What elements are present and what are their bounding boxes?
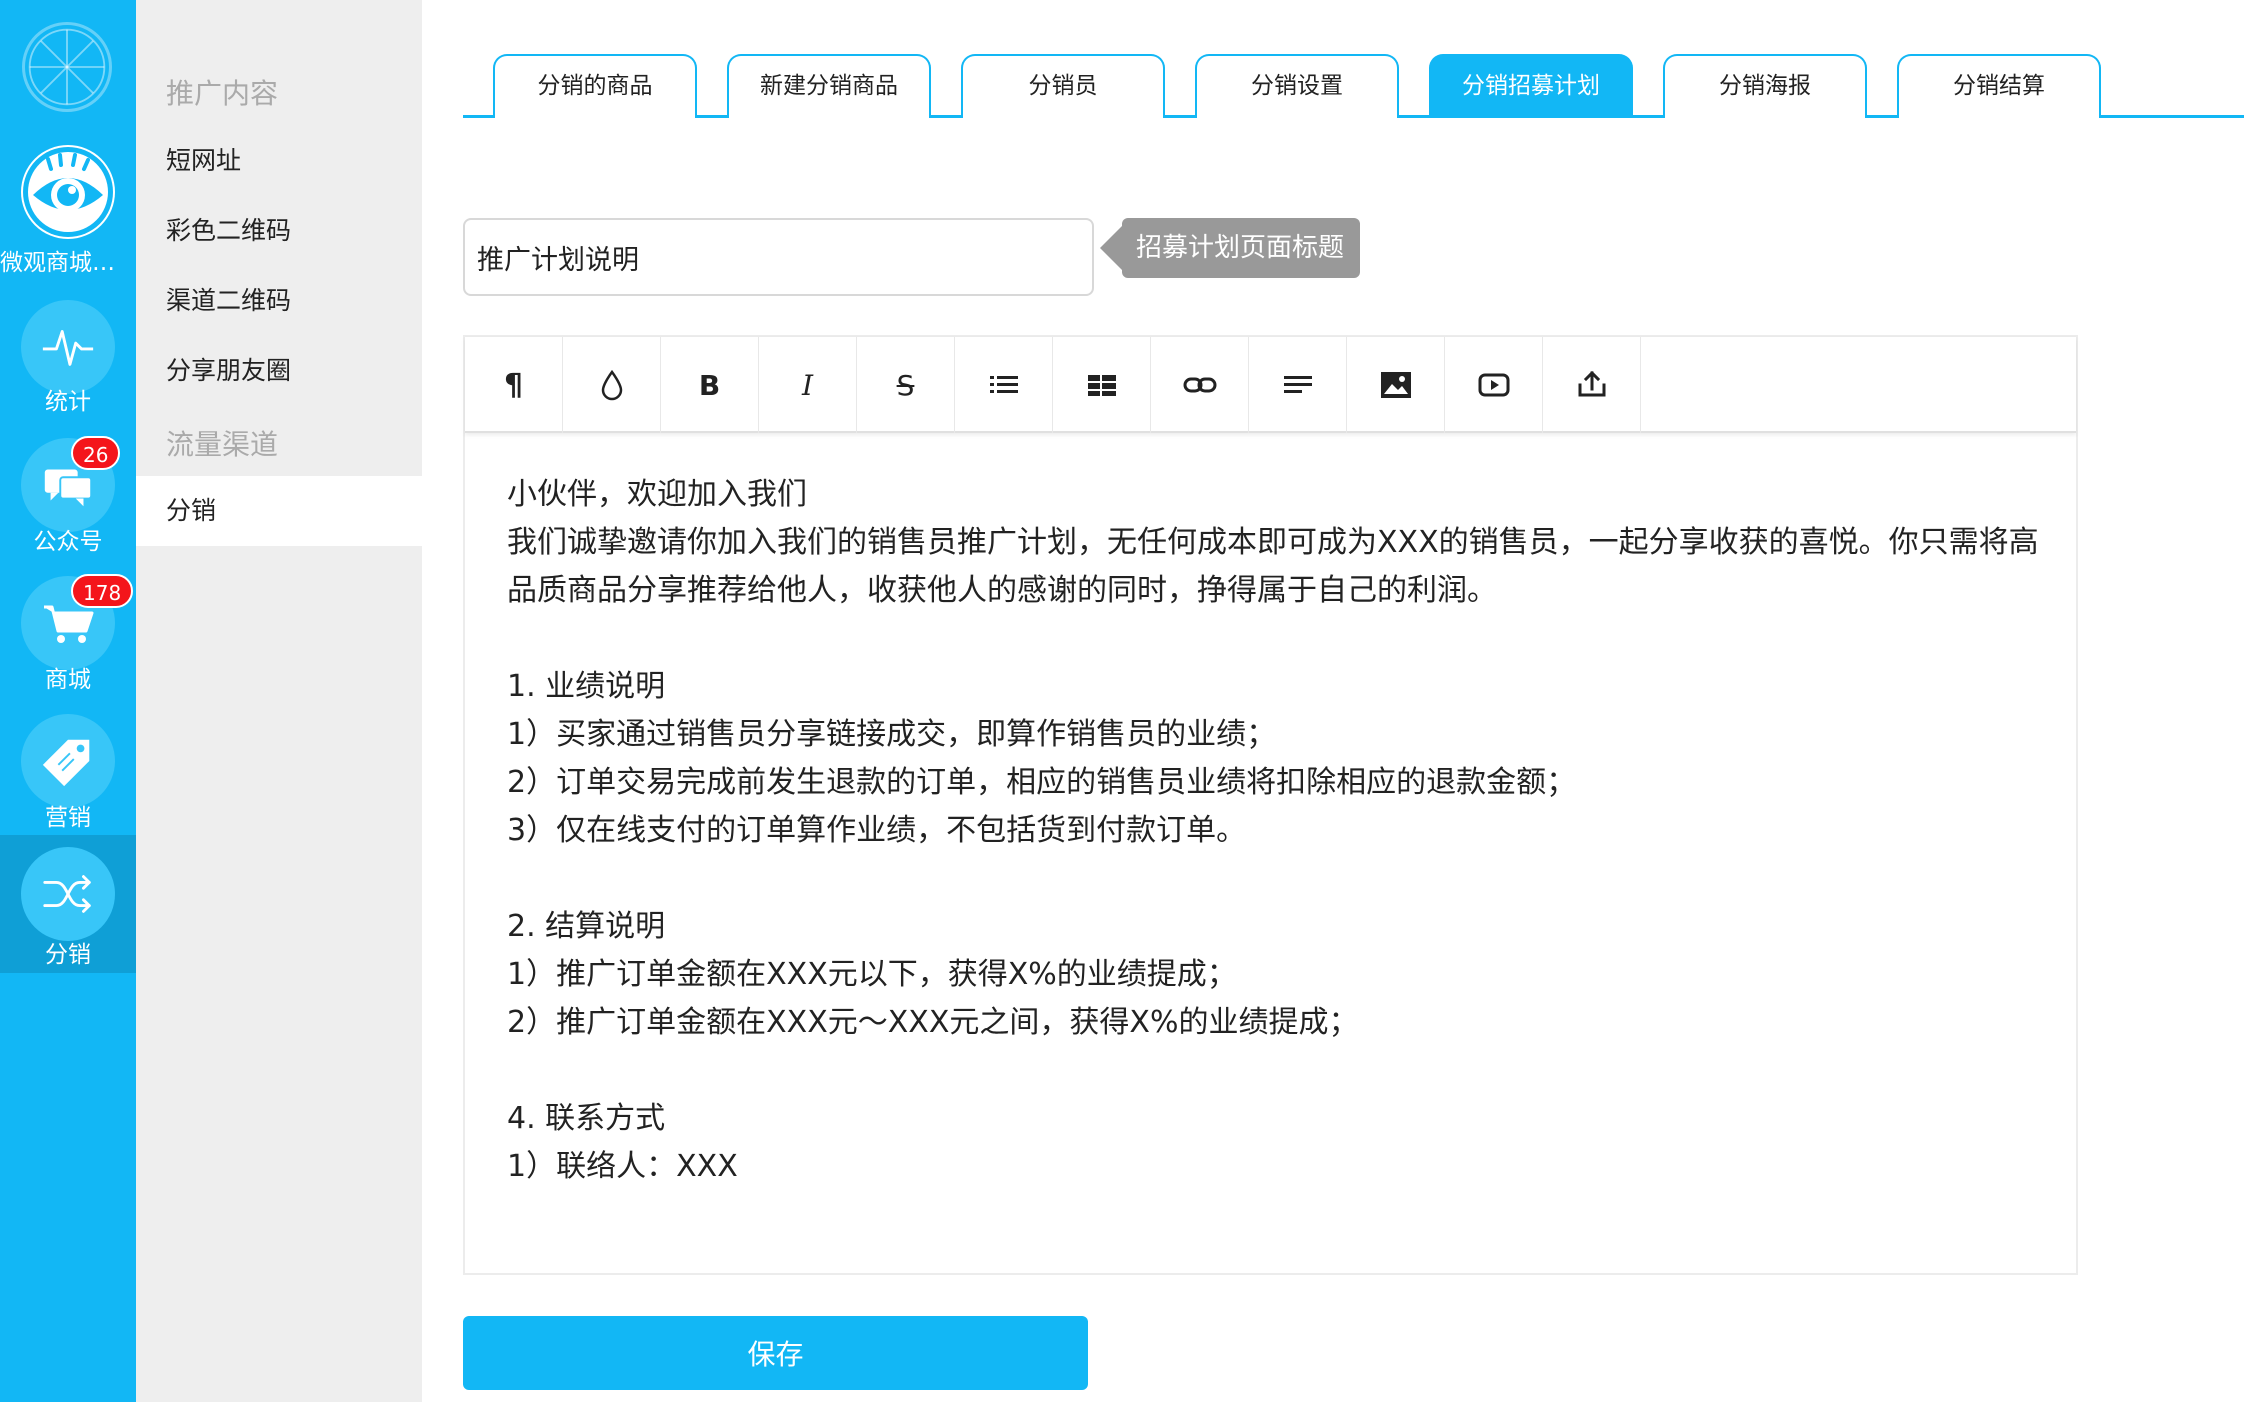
content-line: 1. 业绩说明 [507, 669, 666, 704]
tab-distributors[interactable]: 分销员 [961, 54, 1165, 118]
content-line: 1）推广订单金额在XXX元以下，获得X%的业绩提成； [507, 957, 1237, 992]
subnav-group-promotion: 推广内容 [166, 77, 279, 110]
bullet-list-icon[interactable] [955, 337, 1053, 433]
app-rail: 微观商城测... 统计 26 公众号 178 商城 营销 分销 [0, 0, 136, 1402]
rail-label: 商城 [45, 667, 91, 693]
upload-icon[interactable] [1543, 337, 1641, 433]
bold-icon[interactable]: B [661, 337, 759, 433]
strikethrough-icon[interactable]: S [857, 337, 955, 433]
order-badge: 178 [71, 574, 134, 608]
rail-item-marketing[interactable]: 营销 [0, 704, 136, 842]
tab-distribution-products[interactable]: 分销的商品 [493, 54, 697, 118]
subnav-item-distribution[interactable]: 分销 [136, 476, 422, 546]
tab-new-distribution-product[interactable]: 新建分销商品 [727, 54, 931, 118]
table-icon[interactable] [1053, 337, 1151, 433]
tab-bar: 分销的商品 新建分销商品 分销员 分销设置 分销招募计划 分销海报 分销结算 [463, 54, 2244, 118]
italic-glyph: I [801, 368, 814, 402]
content-line: 2. 结算说明 [507, 909, 666, 944]
tab-distribution-settlement[interactable]: 分销结算 [1897, 54, 2101, 118]
paragraph-icon[interactable]: ¶ [465, 337, 563, 433]
tab-recruitment-plan[interactable]: 分销招募计划 [1429, 54, 1633, 118]
subnav-item-channel-qrcode[interactable]: 渠道二维码 [136, 266, 422, 336]
rail-item-official-account[interactable]: 26 公众号 [0, 428, 136, 566]
rich-text-editor: ¶ B I S 小伙伴，欢迎加入我们 我们诚挚邀请你加入我们的销售员推广计划，无… [463, 335, 2078, 1275]
italic-icon[interactable]: I [759, 337, 857, 433]
rail-item-mall[interactable]: 178 商城 [0, 566, 136, 704]
tab-distribution-settings[interactable]: 分销设置 [1195, 54, 1399, 118]
editor-toolbar: ¶ B I S [465, 337, 2076, 433]
rail-label: 微观商城测... [0, 250, 136, 276]
tag-icon [21, 714, 115, 808]
rail-item-distribution[interactable]: 分销 [0, 835, 136, 973]
rail-label: 营销 [45, 805, 91, 831]
rail-label: 分销 [45, 942, 91, 968]
content-line: 2）推广订单金额在XXX元～XXX元之间，获得X%的业绩提成； [507, 1005, 1359, 1040]
align-icon[interactable] [1249, 337, 1347, 433]
page-title-input[interactable] [463, 218, 1094, 296]
image-icon[interactable] [1347, 337, 1445, 433]
subnav-item-share-moments[interactable]: 分享朋友圈 [136, 336, 422, 406]
unread-badge: 26 [71, 436, 121, 470]
paragraph-glyph: ¶ [503, 367, 524, 403]
rail-item-stats[interactable]: 统计 [0, 290, 136, 428]
content-line [507, 615, 2047, 663]
shuffle-icon [21, 847, 115, 941]
content-line [507, 1047, 2047, 1095]
tab-distribution-poster[interactable]: 分销海报 [1663, 54, 1867, 118]
bold-glyph: B [698, 368, 721, 402]
video-icon[interactable] [1445, 337, 1543, 433]
content-line: 3）仅在线支付的订单算作业绩，不包括货到付款订单。 [507, 813, 1247, 848]
color-drop-icon[interactable] [563, 337, 661, 433]
subnav-group-traffic: 流量渠道 [166, 428, 279, 461]
app-logo-icon [22, 22, 112, 112]
link-icon[interactable] [1151, 337, 1249, 433]
content-line: 1）联络人：XXX [507, 1149, 738, 1184]
rail-item-store-account[interactable]: 微观商城测... [0, 135, 136, 276]
secondary-sidebar: 推广内容 短网址 彩色二维码 渠道二维码 分享朋友圈 流量渠道 分销 [136, 0, 422, 1402]
content-line: 1）买家通过销售员分享链接成交，即算作销售员的业绩； [507, 717, 1277, 752]
content-line: 我们诚挚邀请你加入我们的销售员推广计划，无任何成本即可成为XXX的销售员，一起分… [507, 525, 2039, 608]
rail-label: 公众号 [33, 529, 103, 555]
content-line: 4. 联系方式 [507, 1101, 666, 1136]
rail-label: 统计 [45, 389, 91, 415]
subnav-item-color-qrcode[interactable]: 彩色二维码 [136, 196, 422, 266]
eye-icon [21, 145, 115, 239]
subnav-item-short-url[interactable]: 短网址 [136, 126, 422, 196]
content-line [507, 855, 2047, 903]
strike-glyph: S [896, 368, 915, 402]
save-button[interactable]: 保存 [463, 1316, 1088, 1390]
pulse-icon [21, 300, 115, 394]
editor-content[interactable]: 小伙伴，欢迎加入我们 我们诚挚邀请你加入我们的销售员推广计划，无任何成本即可成为… [507, 471, 2047, 1191]
content-line: 2）订单交易完成前发生退款的订单，相应的销售员业绩将扣除相应的退款金额； [507, 765, 1577, 800]
content-line: 小伙伴，欢迎加入我们 [507, 477, 807, 512]
title-hint-tooltip: 招募计划页面标题 [1099, 218, 1361, 278]
